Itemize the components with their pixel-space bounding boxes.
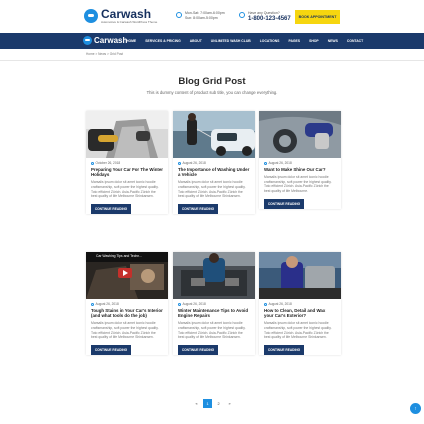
car-polishing-image	[259, 111, 341, 158]
post-thumbnail[interactable]	[86, 111, 168, 158]
phone-icon	[239, 12, 245, 18]
top-header: Carwash Automotive & Carwash WordPress T…	[0, 0, 424, 34]
nav-menu: HOME SERVICES & PRICING ABOUT UNLIMITED …	[126, 33, 363, 49]
post-excerpt: Marsalis ipsum dolor sit amet iconic hoo…	[264, 175, 332, 193]
post-date: August 26, 2018	[178, 161, 250, 165]
logo-name: Carwash	[101, 7, 152, 21]
nav-item-pages[interactable]: PAGES	[288, 39, 300, 43]
car-logo-icon	[84, 9, 98, 23]
post-date: August 26, 2018	[178, 302, 250, 306]
phone-number[interactable]: 1-800-123-4567	[248, 16, 291, 23]
hours-line-2: Sun: 8:00am-5:00pm	[185, 16, 218, 20]
post-date: August 26, 2018	[264, 302, 336, 306]
site-logo[interactable]: Carwash Automotive & Carwash WordPress T…	[84, 8, 157, 24]
car-washing-image	[173, 111, 255, 158]
car-detailing-image	[259, 252, 341, 299]
page-subtitle: This is dummy content of product sub tit…	[146, 90, 278, 95]
clock-icon	[91, 161, 94, 165]
nav-item-services-pricing[interactable]: SERVICES & PRICING	[145, 39, 181, 43]
clock-icon	[176, 12, 182, 18]
post-card: August 26, 2018 Want to Make Shine Our C…	[259, 111, 341, 209]
post-thumbnail[interactable]	[173, 252, 255, 299]
clock-icon	[264, 302, 267, 306]
post-title[interactable]: Preparing Your Car For The Winter Holida…	[91, 167, 163, 177]
pagination-page-1[interactable]: 1	[203, 399, 212, 408]
pagination-next[interactable]: »	[225, 399, 234, 408]
nav-item-unlimited-wash-club[interactable]: UNLIMITED WASH CLUB	[211, 39, 251, 43]
divider	[0, 60, 424, 61]
continue-reading-button[interactable]: CONTINUE READING	[178, 203, 218, 214]
continue-reading-button[interactable]: CONTINUE READING	[264, 198, 304, 209]
post-title[interactable]: How to Clean, Detail and Wax your Car's …	[264, 308, 336, 318]
post-thumbnail[interactable]	[259, 252, 341, 299]
post-thumbnail[interactable]	[173, 111, 255, 158]
video-title: Car Washing Tips and Techn...	[96, 254, 142, 258]
youtube-play-icon[interactable]	[118, 268, 132, 278]
main-navigation: Carwash HOME SERVICES & PRICING ABOUT UN…	[0, 33, 424, 49]
nav-item-about[interactable]: ABOUT	[190, 39, 202, 43]
page-title: Blog Grid Post	[178, 76, 246, 87]
pagination-page-2[interactable]: 2	[214, 399, 223, 408]
post-card: October 26, 2018 Preparing Your Car For …	[86, 111, 168, 214]
continue-reading-button[interactable]: CONTINUE READING	[91, 203, 131, 214]
continue-reading-button[interactable]: CONTINUE READING	[264, 344, 304, 355]
post-title[interactable]: The Importance of Washing Under a Vehicl…	[178, 167, 250, 177]
nav-item-locations[interactable]: LOCATIONS	[260, 39, 280, 43]
pagination-prev[interactable]: «	[192, 399, 201, 408]
breadcrumb[interactable]: Home > News > Grid Post	[86, 52, 123, 56]
nav-item-shop[interactable]: SHOP	[309, 39, 319, 43]
post-card: August 26, 2018 How to Clean, Detail and…	[259, 252, 341, 355]
post-excerpt: Marsalis ipsum dolor sit amet iconic hoo…	[91, 180, 159, 199]
page: Carwash Automotive & Carwash WordPress T…	[0, 0, 424, 424]
post-thumbnail[interactable]	[259, 111, 341, 158]
back-to-top-icon[interactable]: ↑	[410, 403, 421, 414]
post-excerpt: Marsalis ipsum dolor sit amet iconic hoo…	[264, 321, 332, 340]
car-logo-icon	[83, 36, 92, 45]
nav-logo[interactable]: Carwash	[83, 36, 127, 45]
clock-icon	[91, 302, 94, 306]
continue-reading-button[interactable]: CONTINUE READING	[91, 344, 131, 355]
opening-hours: Mon-Sat: 7:00am-6:00pm Sun: 8:00am-5:00p…	[176, 11, 225, 21]
pagination: « 1 2 »	[192, 399, 236, 408]
post-date: October 26, 2018	[91, 161, 163, 165]
post-video[interactable]: Car Washing Tips and Techn...	[86, 252, 168, 299]
post-excerpt: Marsalis ipsum dolor sit amet iconic hoo…	[178, 321, 246, 340]
post-excerpt: Marsalis ipsum dolor sit amet iconic hoo…	[91, 321, 159, 340]
engine-repair-image	[173, 252, 255, 299]
continue-reading-button[interactable]: CONTINUE READING	[178, 344, 218, 355]
logo-tagline: Automotive & Carwash WordPress Theme	[101, 20, 158, 24]
post-date: August 26, 2018	[91, 302, 163, 306]
nav-item-home[interactable]: HOME	[126, 39, 136, 43]
post-title[interactable]: Winter Maintenance Tips to Avoid Engine …	[178, 308, 250, 318]
nav-item-contact[interactable]: CONTACT	[347, 39, 363, 43]
clock-icon	[178, 302, 181, 306]
nav-logo-name: Carwash	[94, 35, 128, 45]
post-card: August 26, 2018 Winter Maintenance Tips …	[173, 252, 255, 355]
post-title[interactable]: Tough Stains in Your Car's Interior (and…	[91, 308, 163, 318]
clock-icon	[264, 161, 267, 165]
book-appointment-button[interactable]: BOOK APPOINTMENT	[295, 10, 340, 24]
post-excerpt: Marsalis ipsum dolor sit amet iconic hoo…	[178, 180, 246, 199]
post-title[interactable]: Want to Make Shine Our Car?	[264, 167, 336, 172]
post-card: Car Washing Tips and Techn... August 26,…	[86, 252, 168, 355]
contact-phone: Have any Question? 1-800-123-4567	[239, 11, 291, 23]
nav-item-news[interactable]: NEWS	[328, 39, 338, 43]
clock-icon	[178, 161, 181, 165]
post-card: August 26, 2018 The Importance of Washin…	[173, 111, 255, 214]
car-seat-cleaning-image	[86, 111, 168, 158]
post-date: August 26, 2018	[264, 161, 336, 165]
